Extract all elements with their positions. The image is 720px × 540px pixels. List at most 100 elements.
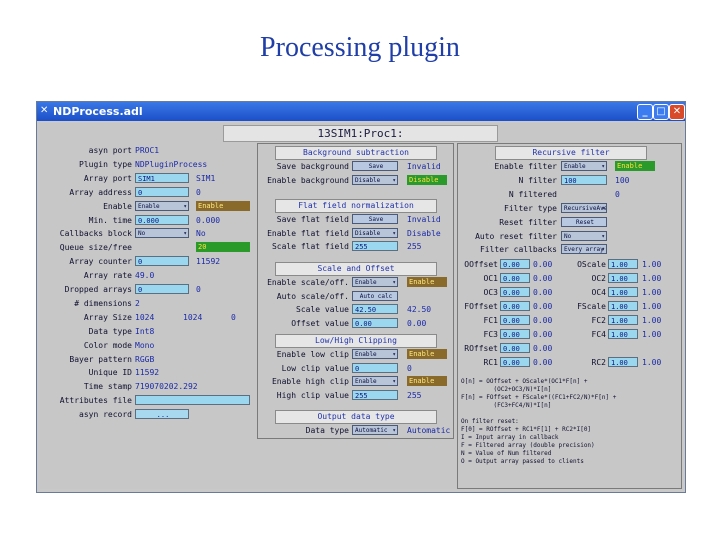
coeff-input[interactable]: 1.00 bbox=[608, 357, 638, 367]
chevron-down-icon: ▾ bbox=[392, 427, 396, 434]
close-button[interactable]: ✕ bbox=[669, 104, 685, 120]
field-input[interactable]: 255 bbox=[352, 389, 398, 400]
field-value: 42.50 bbox=[407, 305, 432, 315]
ndprocess-window: ✕ NDProcess.adl _ □ ✕ 13SIM1:Proc1: asyn… bbox=[36, 101, 686, 493]
field-input[interactable]: 0 bbox=[135, 186, 189, 197]
coeff-input[interactable]: 1.00 bbox=[608, 301, 638, 311]
reset-filter-button[interactable]: Reset bbox=[561, 216, 607, 227]
field-menu[interactable]: RecursiveAve ▾ bbox=[561, 202, 607, 213]
field-row-enable-scale-off: Enable scale/off. Enable ▾ Enable bbox=[257, 277, 452, 289]
coeff-row: ROffset 0.00 0.00 bbox=[457, 343, 680, 355]
coeff-value: 0.00 bbox=[533, 260, 553, 269]
field-row-bayer-pattern: Bayer pattern RGGB bbox=[40, 354, 255, 366]
status-indicator: Enable bbox=[615, 161, 655, 171]
field-label: Save background bbox=[276, 162, 349, 171]
field-row-queue-size-free: Queue size/free 20 bbox=[40, 242, 255, 254]
section-title-output: Output data type bbox=[275, 410, 437, 424]
field-label: Filter type bbox=[504, 203, 557, 213]
field-value: 100 bbox=[615, 175, 630, 185]
field-value: 11592 bbox=[196, 257, 221, 267]
field-label: Scale value bbox=[296, 305, 349, 315]
asyn-record-button[interactable]: ... bbox=[135, 409, 189, 420]
minimize-button[interactable]: _ bbox=[637, 104, 653, 120]
coeff-input[interactable]: 0.00 bbox=[500, 357, 530, 367]
coeff-value: 1.00 bbox=[642, 330, 662, 339]
field-menu[interactable]: Automatic ▾ bbox=[352, 425, 398, 435]
coeff-input[interactable]: 1.00 bbox=[608, 273, 638, 283]
field-input[interactable]: 100 bbox=[561, 174, 607, 185]
field-menu[interactable]: No ▾ bbox=[561, 230, 607, 241]
field-menu[interactable]: Enable ▾ bbox=[135, 200, 189, 211]
field-menu[interactable]: Every array ▾ bbox=[561, 244, 607, 255]
field-menu[interactable]: Enable ▾ bbox=[352, 376, 398, 387]
field-input[interactable]: SIM1 bbox=[135, 172, 189, 183]
field-value: 11592 bbox=[135, 368, 160, 378]
field-row-color-mode: Color mode Mono bbox=[40, 340, 255, 352]
field-row-enable-high-clip: Enable high clip Enable ▾ Enable bbox=[257, 376, 452, 388]
coeff-input[interactable]: 1.00 bbox=[608, 287, 638, 297]
coeff-label: RC2 bbox=[591, 358, 606, 367]
coeff-value: 1.00 bbox=[642, 288, 662, 297]
field-value: Invalid bbox=[407, 215, 441, 224]
field-row-data-type: Data type Int8 bbox=[40, 326, 255, 338]
field-value: RGGB bbox=[135, 354, 155, 364]
field-row-array-rate: Array rate 49.0 bbox=[40, 270, 255, 282]
coeff-input[interactable]: 0.00 bbox=[500, 273, 530, 283]
field-label: Data type bbox=[88, 326, 132, 336]
field-label: asyn record bbox=[79, 410, 132, 420]
field-input[interactable]: 0.00 bbox=[352, 317, 398, 328]
section-title-clip: Low/High Clipping bbox=[275, 334, 437, 348]
action-button-save[interactable]: Save bbox=[352, 214, 398, 224]
status-indicator: Enable bbox=[196, 200, 250, 211]
action-button-auto-calc[interactable]: Auto calc bbox=[352, 290, 398, 301]
coeff-input[interactable]: 1.00 bbox=[608, 259, 638, 269]
field-menu[interactable]: Enable ▾ bbox=[352, 349, 398, 359]
coeff-input[interactable]: 1.00 bbox=[608, 315, 638, 325]
field-row-enable-low-clip: Enable low clip Enable ▾ Enable bbox=[257, 349, 452, 361]
array-size-value: 0 bbox=[231, 312, 236, 322]
field-input[interactable]: 42.50 bbox=[352, 304, 398, 315]
field-input[interactable]: 0 bbox=[135, 256, 189, 267]
field-value: SIM1 bbox=[196, 173, 216, 183]
field-input[interactable]: 0 bbox=[352, 362, 398, 373]
field-input[interactable]: 0.000 bbox=[135, 214, 189, 225]
field-input[interactable]: 255 bbox=[352, 241, 398, 252]
coeff-input[interactable]: 0.00 bbox=[500, 301, 530, 311]
field-menu[interactable]: Enable ▾ bbox=[352, 277, 398, 287]
field-menu[interactable]: Disable ▾ bbox=[352, 174, 398, 185]
coeff-input[interactable]: 0.00 bbox=[500, 287, 530, 297]
coeff-input[interactable]: 0.00 bbox=[500, 329, 530, 339]
coeff-input[interactable]: 0.00 bbox=[500, 259, 530, 269]
array-size-value: 1024 bbox=[135, 312, 155, 322]
field-value: 0 bbox=[615, 189, 620, 199]
field-label: Low clip value bbox=[281, 363, 349, 373]
chevron-down-icon: ▾ bbox=[392, 279, 396, 286]
maximize-button[interactable]: □ bbox=[653, 104, 669, 120]
coeff-input[interactable]: 0.00 bbox=[500, 315, 530, 325]
coeff-value: 0.00 bbox=[533, 330, 553, 339]
field-label: Array Size bbox=[83, 312, 132, 322]
field-input[interactable] bbox=[135, 395, 250, 406]
field-row-array-address: Array address 0 0 bbox=[40, 186, 255, 199]
coeff-input[interactable]: 1.00 bbox=[608, 329, 638, 339]
field-menu[interactable]: Disable ▾ bbox=[352, 227, 398, 238]
field-label: Enable low clip bbox=[276, 350, 349, 359]
field-input[interactable]: 0 bbox=[135, 284, 189, 294]
field-label: Auto reset filter bbox=[475, 231, 557, 241]
coeff-value: 0.00 bbox=[533, 358, 553, 367]
coeff-label: FC4 bbox=[591, 330, 606, 339]
field-row-scale-flat-field: Scale flat field 255 255 bbox=[257, 241, 452, 253]
action-button-save[interactable]: Save bbox=[352, 161, 398, 171]
coeff-input[interactable]: 0.00 bbox=[500, 343, 530, 353]
field-row-save-flat-field: Save flat field Save Invalid bbox=[257, 214, 452, 226]
coeff-row: OC3 0.00 0.00 OC4 1.00 1.00 bbox=[457, 287, 680, 299]
field-value: 0.000 bbox=[196, 215, 221, 225]
chevron-down-icon: ▾ bbox=[392, 351, 396, 358]
field-menu[interactable]: Enable ▾ bbox=[561, 161, 607, 171]
window-titlebar[interactable]: ✕ NDProcess.adl _ □ ✕ bbox=[37, 102, 685, 121]
coeff-row: OOffset 0.00 0.00 OScale 1.00 1.00 bbox=[457, 259, 680, 271]
field-menu[interactable]: No ▾ bbox=[135, 228, 189, 239]
field-label: Color mode bbox=[83, 340, 132, 350]
field-row-min-time: Min. time 0.000 0.000 bbox=[40, 214, 255, 227]
chevron-down-icon: ▾ bbox=[601, 163, 605, 170]
